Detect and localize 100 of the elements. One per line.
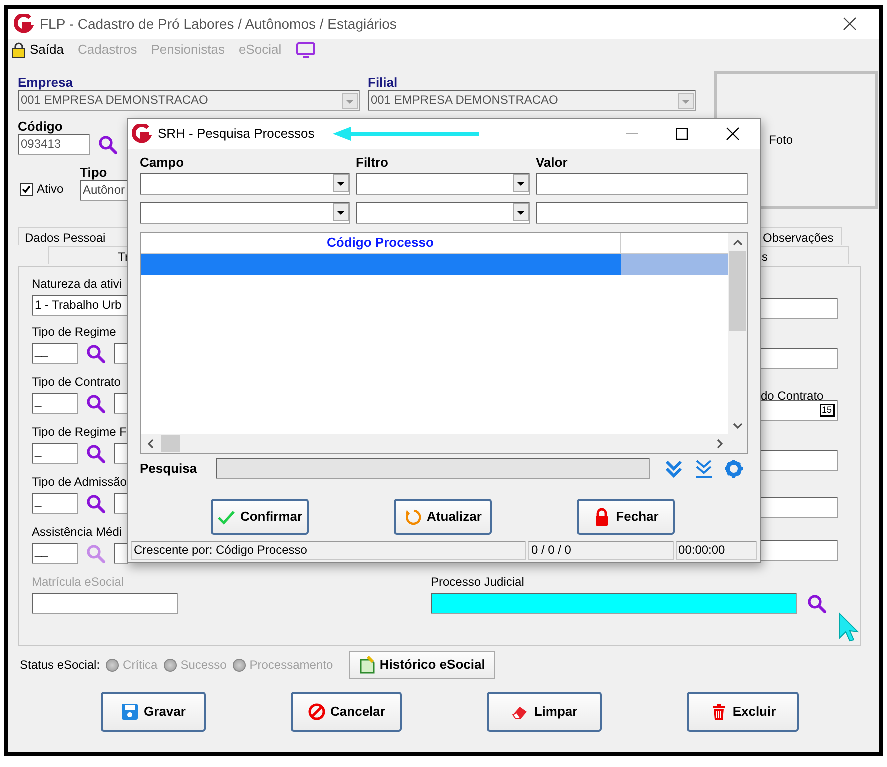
radio-label: Processamento xyxy=(250,657,334,674)
document-icon xyxy=(358,656,375,674)
column-label: Valor xyxy=(536,155,568,170)
field-label: Tipo de Regime F xyxy=(32,425,128,439)
dialog-button[interactable]: Fechar xyxy=(577,499,675,535)
search-label: Pesquisa xyxy=(140,461,198,476)
field-label: Tipo de Regime xyxy=(32,325,118,339)
table-cell[interactable] xyxy=(621,254,728,275)
annotation-arrow-icon xyxy=(330,126,481,142)
app-logo-icon xyxy=(132,124,152,144)
status-text: 0 / 0 / 0 xyxy=(528,541,674,560)
text-field[interactable] xyxy=(758,298,838,319)
app-logo-icon xyxy=(14,14,34,34)
code-field[interactable]: 093413 xyxy=(18,134,90,155)
type-dropdown[interactable]: Autônor xyxy=(80,180,128,201)
tab[interactable]: Dados Pessoai xyxy=(18,227,130,245)
checkbox[interactable] xyxy=(20,182,33,196)
chevron-to-bottom-icon[interactable] xyxy=(694,458,714,478)
field-label: Tipo de Admissão xyxy=(32,475,128,489)
search-icon[interactable] xyxy=(98,134,118,154)
search-icon[interactable] xyxy=(86,344,106,364)
code-field[interactable]: _ xyxy=(32,443,78,464)
radio-label: Crítica xyxy=(123,657,158,674)
status-text: Crescente por: Código Processo xyxy=(131,541,526,560)
menu-item[interactable]: Saída xyxy=(12,40,64,60)
company-dropdown[interactable]: 001 EMPRESA DEMONSTRACAO xyxy=(368,90,696,111)
scroll-right-icon[interactable] xyxy=(716,438,724,448)
description-field xyxy=(114,393,128,414)
horizontal-scrollbar[interactable] xyxy=(141,434,747,453)
action-button[interactable]: Cancelar xyxy=(291,692,402,732)
company-dropdown[interactable]: 001 EMPRESA DEMONSTRACAO xyxy=(18,90,360,111)
maximize-icon[interactable] xyxy=(676,128,688,140)
text-field[interactable] xyxy=(758,348,838,369)
lock-icon xyxy=(12,42,26,58)
settings-icon[interactable] xyxy=(724,458,744,478)
filter-dropdown[interactable] xyxy=(140,173,350,195)
code-field[interactable]: __ xyxy=(32,343,78,364)
prohibited-icon xyxy=(308,703,326,721)
close-icon[interactable] xyxy=(843,17,857,31)
checkbox-label: Ativo xyxy=(37,181,64,198)
field-label: Processo Judicial xyxy=(431,575,526,589)
vertical-scrollbar[interactable] xyxy=(728,233,747,434)
refresh-icon xyxy=(404,508,422,526)
pointer-cursor-icon xyxy=(838,612,860,642)
scrollbar-thumb[interactable] xyxy=(161,435,180,452)
dialog-button[interactable]: Atualizar xyxy=(394,499,492,535)
filter-dropdown[interactable] xyxy=(140,202,350,224)
description-field xyxy=(114,343,128,364)
value-field[interactable] xyxy=(536,202,748,224)
search-field[interactable] xyxy=(216,458,650,479)
status-text: 00:00:00 xyxy=(676,541,757,560)
field-label: Assistência Médi xyxy=(32,525,124,539)
status-label: Status eSocial: xyxy=(20,657,100,674)
window-title: FLP - Cadastro de Pró Labores / Autônomos / Estagiários xyxy=(40,14,398,34)
column-header[interactable]: Código Processo xyxy=(141,233,621,253)
search-icon[interactable] xyxy=(86,394,106,414)
description-field xyxy=(114,543,128,564)
photo-label: Foto xyxy=(769,132,794,149)
date-field[interactable]: 15 xyxy=(758,400,838,421)
scroll-up-icon[interactable] xyxy=(732,239,742,247)
search-icon[interactable] xyxy=(86,444,106,464)
code-field[interactable]: _ xyxy=(32,493,78,514)
field-label: do Contrato xyxy=(761,389,825,403)
double-chevron-down-icon[interactable] xyxy=(664,458,684,478)
action-button[interactable]: Limpar xyxy=(487,692,602,732)
table-cell[interactable] xyxy=(141,254,621,275)
description-field xyxy=(114,443,128,464)
column-label: Filtro xyxy=(356,155,388,170)
search-icon[interactable] xyxy=(86,494,106,514)
registration-field[interactable] xyxy=(32,593,178,614)
field-label: Tipo de Contrato xyxy=(32,375,122,389)
text-field[interactable] xyxy=(758,540,838,561)
field-label: Matrícula eSocial xyxy=(32,575,126,589)
value-field[interactable] xyxy=(536,173,748,195)
close-icon[interactable] xyxy=(726,127,740,141)
description-field xyxy=(114,493,128,514)
code-field[interactable]: _ xyxy=(32,393,78,414)
action-button[interactable]: Gravar xyxy=(101,692,206,732)
field-label: Natureza da ativi xyxy=(32,277,124,291)
radio-label: Sucesso xyxy=(180,657,227,674)
scroll-left-icon[interactable] xyxy=(147,438,155,448)
field-label: Filial xyxy=(368,75,398,90)
column-label: Campo xyxy=(140,155,184,170)
monitor-icon[interactable] xyxy=(296,42,316,58)
calendar-icon[interactable]: 15 xyxy=(820,404,835,417)
filter-dropdown[interactable] xyxy=(356,202,530,224)
text-field[interactable] xyxy=(758,497,838,518)
scrollbar-thumb[interactable] xyxy=(729,251,746,331)
search-icon[interactable] xyxy=(807,594,827,614)
field-label: Tipo xyxy=(80,165,108,180)
field-label: Empresa xyxy=(18,75,73,90)
history-button[interactable]: Histórico eSocial xyxy=(349,651,496,679)
scroll-down-icon[interactable] xyxy=(732,422,742,430)
action-button[interactable]: Excluir xyxy=(687,692,799,732)
dialog-button[interactable]: Confirmar xyxy=(211,499,309,535)
dialog-title: SRH - Pesquisa Processos xyxy=(158,125,315,144)
process-field[interactable] xyxy=(431,593,797,614)
filter-dropdown[interactable] xyxy=(356,173,530,195)
field-label: Código xyxy=(18,119,63,134)
text-field[interactable] xyxy=(758,450,838,471)
